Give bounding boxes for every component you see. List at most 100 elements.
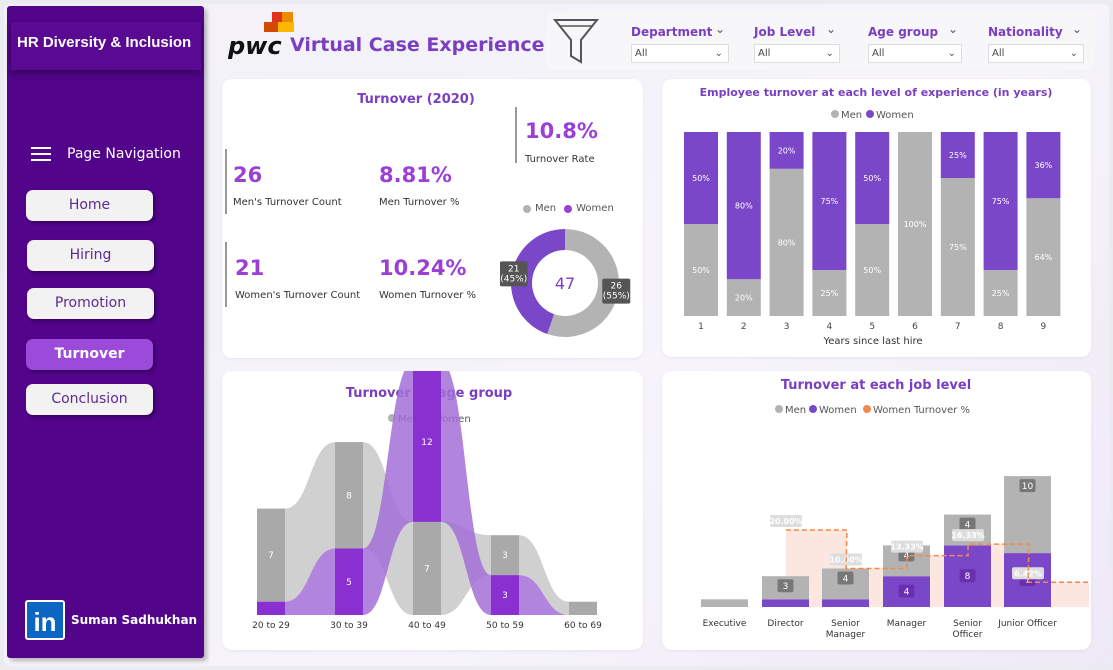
men-turnover-count-label: Men's Turnover Count (233, 197, 342, 208)
nav-button-turnover[interactable]: Turnover (26, 339, 153, 370)
department-dropdown[interactable]: All ⌄ (631, 44, 729, 63)
sidebar: HR Diversity & Inclusion Page Navigation… (7, 6, 204, 658)
data-label-women: 75% (992, 197, 1010, 206)
data-label-women: 5 (346, 578, 352, 588)
chevron-down-icon: ⌄ (947, 48, 956, 59)
nav-button-conclusion[interactable]: Conclusion (26, 384, 153, 415)
age-group-turnover-chart: Turnover by age groupMenWomen720 to 2985… (252, 362, 602, 631)
x-tick-label: 50 to 59 (486, 621, 524, 631)
legend-swatch-men (523, 204, 531, 213)
nav-button-hiring[interactable]: Hiring (27, 240, 154, 271)
data-label-women: 12 (421, 438, 432, 448)
data-label-women: 80% (735, 202, 753, 211)
x-tick-label: 9 (1041, 322, 1047, 332)
chevron-down-icon[interactable]: ⌄ (1072, 22, 1082, 36)
filter-bar: Department ⌄ All ⌄ Job Level ⌄ All ⌄ Age g… (547, 11, 1095, 70)
legend-label-women: Women (876, 110, 914, 121)
data-label-men: 10 (1022, 482, 1034, 492)
experience-turnover-card: Employee turnover at each level of exper… (662, 79, 1091, 357)
donut-data-label: 26 (611, 282, 623, 292)
nav-button-promotion[interactable]: Promotion (27, 288, 154, 319)
donut-legend: Men Women (523, 203, 614, 214)
nationality-label: Nationality (988, 25, 1063, 39)
x-tick-label: 2 (741, 322, 747, 332)
x-tick-label: Senior (953, 619, 982, 629)
men-turnover-pct-label: Men Turnover % (379, 197, 460, 208)
department-slicer[interactable]: Department ⌄ All ⌄ (631, 21, 729, 63)
women-turnover-pct-label: 16.33% (951, 531, 984, 540)
data-label-men: 50% (692, 266, 710, 275)
age-group-label: Age group (868, 25, 939, 39)
data-label-men: 7 (268, 551, 274, 561)
x-tick-label: 3 (784, 322, 790, 332)
data-label-women: 50% (863, 174, 881, 183)
age-group-dropdown[interactable]: All ⌄ (868, 44, 962, 63)
data-label-women: 20% (778, 146, 796, 155)
data-label-men: 75% (949, 243, 967, 252)
data-label-women: 3 (502, 591, 508, 601)
legend-swatch-men (831, 110, 839, 118)
experience-turnover-chart: Employee turnover at each level of exper… (684, 86, 1061, 347)
x-tick-label: Junior Officer (997, 619, 1057, 629)
job-level-turnover-card: Turnover at each job level Men Women Women … (662, 371, 1091, 650)
chart-title: Employee turnover at each level of exper… (700, 86, 1053, 99)
funnel-icon (553, 19, 599, 64)
x-tick-label: 30 to 39 (330, 621, 368, 631)
x-tick-label: 8 (998, 322, 1004, 332)
job-level-slicer[interactable]: Job Level ⌄ All ⌄ (754, 21, 840, 63)
x-tick-label: 20 to 29 (252, 621, 290, 631)
page-title: Virtual Case Experience (290, 34, 545, 56)
data-label-men: 3 (783, 582, 789, 592)
legend-swatch-0 (775, 405, 783, 413)
data-label-men: 25% (821, 289, 839, 298)
bar-women (257, 601, 285, 615)
nav-button-home[interactable]: Home (26, 190, 153, 221)
x-tick-label: 7 (955, 322, 961, 332)
turnover-rate-label: Turnover Rate (525, 154, 595, 165)
bar-men (701, 599, 748, 607)
data-label-women: 75% (821, 197, 839, 206)
chevron-down-icon: ⌄ (1069, 48, 1078, 59)
nationality-slicer[interactable]: Nationality ⌄ All ⌄ (988, 21, 1084, 63)
turnover-card-title: Turnover (2020) (357, 92, 475, 107)
women-turnover-pct-label: 20.00% (769, 517, 802, 526)
job-level-label: Job Level (754, 25, 816, 39)
chevron-down-icon[interactable]: ⌄ (826, 22, 836, 36)
x-tick-label: Manager (826, 630, 866, 640)
chevron-down-icon: ⌄ (714, 48, 723, 59)
data-label-women: 36% (1035, 161, 1053, 170)
kpi-divider (225, 149, 227, 214)
job-level-dropdown[interactable]: All ⌄ (754, 44, 840, 63)
nationality-value: All (992, 48, 1005, 59)
women-turnover-count-value: 21 (235, 256, 265, 280)
data-label-men: 25% (992, 289, 1010, 298)
chevron-down-icon[interactable]: ⌄ (715, 22, 725, 36)
data-label-men: 64% (1035, 253, 1053, 262)
data-label-men: 100% (904, 220, 927, 229)
kpi-divider (515, 107, 517, 163)
page-navigation-header[interactable]: Page Navigation (31, 146, 181, 162)
bar-women (762, 599, 809, 607)
x-tick-label: 4 (827, 322, 833, 332)
data-label-men: 20% (735, 294, 753, 303)
data-label-women: 4 (904, 588, 910, 598)
legend-label-2: Women Turnover % (873, 405, 970, 416)
logo-text: pwc (228, 32, 282, 60)
chevron-down-icon[interactable]: ⌄ (948, 22, 958, 36)
hamburger-menu-icon[interactable] (31, 147, 51, 161)
data-label-men: 7 (424, 564, 430, 574)
x-tick-label: Manager (887, 619, 927, 629)
legend-label-1: Women (819, 405, 857, 416)
bar-men (569, 601, 597, 615)
job-level-turnover-chart: Turnover at each job level Men Women Women … (701, 378, 1089, 640)
x-tick-label: 6 (912, 322, 918, 332)
nationality-dropdown[interactable]: All ⌄ (988, 44, 1084, 63)
data-label-men: 80% (778, 238, 796, 247)
sidebar-brand: HR Diversity & Inclusion (11, 22, 201, 70)
data-label-women: 25% (949, 151, 967, 160)
data-label-women: 8 (965, 572, 971, 582)
pwc-logo: pwc (227, 10, 298, 60)
legend-label-men: Men (535, 203, 557, 214)
age-group-slicer[interactable]: Age group ⌄ All ⌄ (868, 21, 962, 63)
linkedin-icon[interactable]: in (25, 600, 65, 640)
